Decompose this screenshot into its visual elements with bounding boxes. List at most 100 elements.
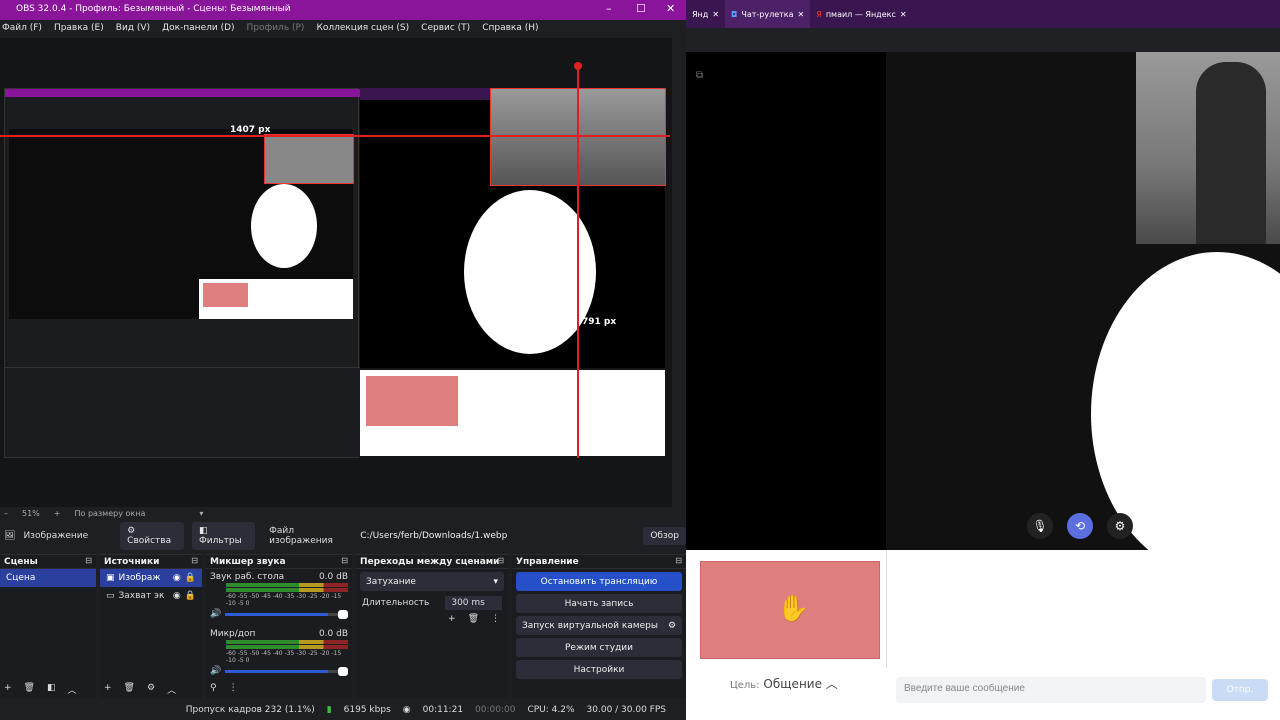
partner-video: ⧉ — [686, 52, 886, 550]
link-icon[interactable]: ⚲ — [210, 683, 217, 693]
cpu-usage: CPU: 4.2% — [527, 705, 575, 715]
level-meter — [226, 640, 348, 644]
monitor-icon: ▭ — [106, 591, 115, 601]
message-input[interactable]: Введите ваше сообщение — [896, 677, 1206, 703]
chat-panel: ✋ Цель: Общение ︿ Введите ваше сообщение… — [686, 550, 1280, 720]
yandex-icon: Я — [816, 9, 822, 19]
nested-titlebar — [5, 89, 360, 97]
bitrate: 6195 kbps — [343, 705, 391, 715]
scene-item[interactable]: Сцена — [0, 569, 96, 587]
volume-slider[interactable] — [225, 666, 348, 676]
add-icon[interactable]: + — [4, 683, 12, 696]
menu-icon[interactable]: ⋮ — [229, 683, 238, 693]
duration-row: Длительность 300 ms — [356, 594, 508, 612]
browse-button[interactable]: Обзор — [643, 527, 686, 545]
microphone-icon[interactable]: 🎙 — [1027, 513, 1053, 539]
stream-time: 00:11:21 — [422, 705, 464, 715]
zoom-in-icon[interactable]: + — [54, 509, 61, 518]
menu-scene-collection[interactable]: Коллекция сцен (S) — [316, 23, 409, 35]
level-meter — [226, 583, 348, 587]
speaker-icon[interactable]: 🔊 — [210, 609, 221, 619]
source-item-capture[interactable]: ▭ Захват эк ◉ 🔒 — [100, 587, 202, 605]
preview-canvas[interactable]: 1407 px 791 px — [0, 38, 672, 508]
picture-in-picture-icon[interactable]: ⧉ — [696, 70, 703, 81]
image-source-icon: 🖼 — [4, 531, 16, 541]
lock-icon[interactable]: 🔒 — [185, 573, 196, 583]
lock-icon[interactable]: 🔒 — [185, 591, 196, 601]
menu-icon[interactable]: ⋮ — [491, 614, 500, 624]
rotate-handle[interactable] — [574, 62, 582, 70]
maximize-icon[interactable]: ☐ — [636, 2, 646, 15]
settings-icon[interactable]: ⚙ — [147, 683, 155, 696]
mixer-header: Микшер звука ⊟ — [206, 555, 352, 569]
studio-mode-button[interactable]: Режим студии — [516, 638, 682, 657]
zoom-value: 51% — [22, 509, 40, 518]
source-toolbar: 🖼 Изображение ⚙ Свойства ◧ Фильтры Файл … — [0, 522, 686, 550]
stop-card[interactable]: ✋ — [700, 561, 880, 659]
menu-tools[interactable]: Сервис (T) — [421, 23, 470, 35]
target-selector[interactable]: Цель: Общение ︿ — [730, 675, 838, 692]
virtual-camera-button[interactable]: Запуск виртуальной камеры ⚙ — [516, 616, 682, 635]
eye-icon[interactable]: ◉ — [173, 573, 181, 583]
tab-yandex[interactable]: Янд ✕ — [686, 10, 725, 19]
settings-button[interactable]: Настройки — [516, 660, 682, 679]
transitions-dock: Переходы между сценами ⊟ Затухание ▾ Длите… — [356, 554, 508, 698]
menu-view[interactable]: Вид (V) — [116, 23, 150, 35]
address-bar[interactable] — [686, 28, 1280, 52]
mixer-dock: Микшер звука ⊟ Звук раб. стола 0.0 dB -60 … — [206, 554, 352, 698]
mixer-channel-mic: Микр/доп 0.0 dB -60 -55 -50 -45 -40 -35 -… — [206, 626, 352, 679]
filter-icon[interactable]: ◧ — [47, 683, 56, 696]
add-icon[interactable]: + — [104, 683, 112, 696]
level-meter — [226, 588, 348, 592]
source-item-image[interactable]: ▣ Изображ ◉ 🔒 — [100, 569, 202, 587]
sources-dock: Источники ⊟ ▣ Изображ ◉ 🔒 ▭ Захват эк ◉ 🔒 + 🗑 ⚙ ︿ — [100, 554, 202, 698]
zoom-out-icon[interactable]: – — [4, 509, 8, 518]
properties-button[interactable]: ⚙ Свойства — [120, 522, 185, 550]
tab-chat-roulette[interactable]: ◘ Чат-рулетка ✕ — [725, 0, 811, 28]
gear-icon: ⚙ — [667, 620, 677, 631]
meter-scale: -60 -55 -50 -45 -40 -35 -30 -25 -20 -15 … — [226, 593, 342, 607]
close-icon: ✕ — [712, 9, 720, 19]
tab-yandex-mail[interactable]: Япмаил — Яндекс ✕ — [810, 10, 912, 19]
file-label: Файл изображения — [269, 526, 333, 546]
up-icon[interactable]: ︿ — [68, 683, 77, 696]
obs-titlebar: OBS 32.0.4 - Профиль: Безымянный - Сцены… — [0, 0, 686, 20]
record-button[interactable]: Начать запись — [516, 594, 682, 613]
divider — [886, 550, 887, 668]
camera-switch-icon[interactable]: ⟲ — [1067, 513, 1093, 539]
nested-photo — [264, 134, 354, 184]
minimize-icon[interactable]: – — [606, 2, 612, 15]
trash-icon[interactable]: 🗑 — [124, 683, 135, 696]
up-icon[interactable]: ︿ — [167, 683, 176, 696]
menu-help[interactable]: Справка (H) — [482, 23, 538, 35]
menu-profile[interactable]: Профиль (P) — [247, 23, 305, 35]
nested-red-card — [203, 283, 248, 307]
zoom-dropdown-icon[interactable]: ▾ — [199, 509, 203, 518]
menu-file[interactable]: Файл (F) — [2, 23, 42, 35]
close-icon: ✕ — [797, 9, 805, 19]
filters-button[interactable]: ◧ Фильтры — [192, 522, 256, 550]
rec-time: 00:00:00 — [475, 705, 516, 715]
overlay-photo — [1136, 52, 1280, 244]
duration-input[interactable]: 300 ms — [445, 596, 502, 610]
zoom-mode[interactable]: По размеру окна — [74, 509, 145, 518]
nested-obs-capture — [4, 88, 360, 458]
volume-slider[interactable] — [225, 609, 348, 619]
tab-bar: Янд ✕ ◘ Чат-рулетка ✕ Япмаил — Яндекс ✕ — [686, 0, 1280, 28]
menu-edit[interactable]: Правка (E) — [54, 23, 104, 35]
camera-icon: ◘ — [731, 9, 738, 19]
eye-icon[interactable]: ◉ — [173, 591, 181, 601]
trash-icon[interactable]: 🗑 — [24, 683, 35, 696]
transition-select[interactable]: Затухание ▾ — [360, 572, 504, 591]
trash-icon[interactable]: 🗑 — [468, 614, 479, 624]
stream-icon: ◉ — [402, 705, 411, 715]
close-icon[interactable]: ✕ — [666, 2, 675, 15]
width-label: 1407 px — [230, 125, 271, 135]
add-icon[interactable]: + — [448, 614, 456, 624]
settings-gear-icon[interactable]: ⚙ — [1107, 513, 1133, 539]
menu-docks[interactable]: Док-панели (D) — [162, 23, 234, 35]
send-button[interactable]: Отпр. — [1212, 679, 1268, 701]
stop-stream-button[interactable]: Остановить трансляцию — [516, 572, 682, 591]
chevron-down-icon: ▾ — [493, 576, 498, 587]
speaker-icon[interactable]: 🔊 — [210, 666, 221, 676]
